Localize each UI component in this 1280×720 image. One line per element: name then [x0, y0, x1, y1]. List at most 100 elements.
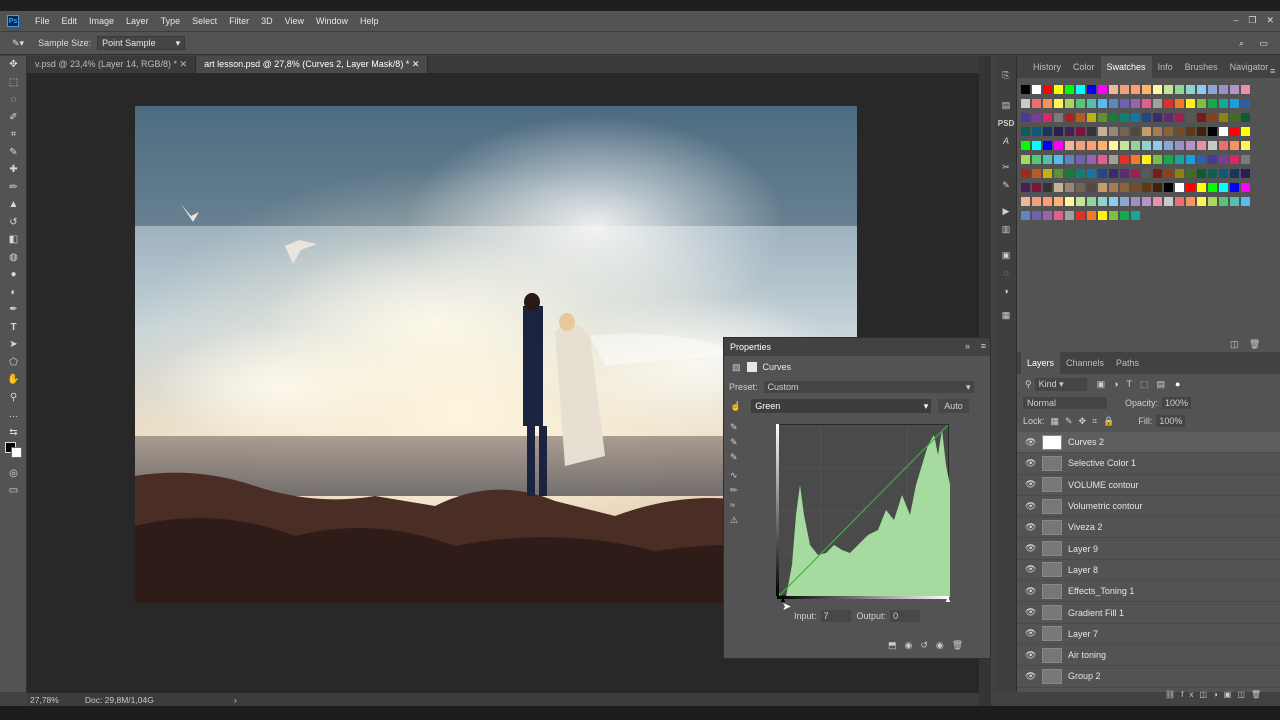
swatch[interactable]: [1076, 169, 1085, 178]
swatch[interactable]: [1065, 197, 1074, 206]
swatch[interactable]: [1230, 183, 1239, 192]
screen-mode-icon[interactable]: ▭: [0, 482, 27, 500]
dodge-tool-icon[interactable]: ◐: [0, 284, 27, 302]
swatch[interactable]: [1208, 113, 1217, 122]
tab-paths[interactable]: Paths: [1110, 358, 1145, 368]
swatch[interactable]: [1109, 127, 1118, 136]
swatch[interactable]: [1120, 141, 1129, 150]
swatch[interactable]: [1208, 141, 1217, 150]
swatch[interactable]: [1142, 169, 1151, 178]
swatch[interactable]: [1087, 169, 1096, 178]
tab-color[interactable]: Color: [1067, 62, 1101, 72]
visibility-eye-icon[interactable]: 👁: [1025, 543, 1038, 554]
swatch[interactable]: [1230, 155, 1239, 164]
menu-view[interactable]: View: [279, 16, 310, 26]
swatch[interactable]: [1065, 113, 1074, 122]
swatch[interactable]: [1208, 169, 1217, 178]
tab-brushes[interactable]: Brushes: [1179, 62, 1224, 72]
swatch[interactable]: [1197, 85, 1206, 94]
swatch[interactable]: [1021, 211, 1030, 220]
swatch[interactable]: [1120, 197, 1129, 206]
swatch[interactable]: [1076, 155, 1085, 164]
menu-help[interactable]: Help: [354, 16, 385, 26]
eyedropper-tool-icon[interactable]: ✎: [0, 144, 27, 162]
swatch[interactable]: [1098, 113, 1107, 122]
healing-tool-icon[interactable]: ✚: [0, 161, 27, 179]
swatch[interactable]: [1087, 127, 1096, 136]
swatch[interactable]: [1175, 183, 1184, 192]
swatch[interactable]: [1197, 141, 1206, 150]
swatch[interactable]: [1131, 85, 1140, 94]
psd-icon[interactable]: PSD: [995, 114, 1017, 132]
swatch[interactable]: [1197, 169, 1206, 178]
menu-select[interactable]: Select: [186, 16, 223, 26]
swatch[interactable]: [1208, 155, 1217, 164]
blend-mode-select[interactable]: Normal: [1023, 397, 1107, 409]
swatch[interactable]: [1021, 113, 1030, 122]
swatch[interactable]: [1131, 183, 1140, 192]
preset-select[interactable]: Custom ▾: [763, 381, 974, 393]
layer-row[interactable]: 👁 Gradient Fill 1: [1017, 602, 1280, 624]
filter-toggle-icon[interactable]: ●: [1175, 379, 1180, 389]
swatch[interactable]: [1186, 85, 1195, 94]
swatch[interactable]: [1120, 99, 1129, 108]
swatch[interactable]: [1208, 99, 1217, 108]
properties-icon[interactable]: ▦: [995, 306, 1017, 324]
swatch[interactable]: [1208, 127, 1217, 136]
visibility-eye-icon[interactable]: 👁: [1025, 650, 1038, 661]
menu-window[interactable]: Window: [310, 16, 354, 26]
swatch[interactable]: [1120, 183, 1129, 192]
hand-tool-icon[interactable]: ✋: [0, 371, 27, 389]
visibility-eye-icon[interactable]: 👁: [1025, 458, 1038, 469]
swatch[interactable]: [1142, 127, 1151, 136]
swatch[interactable]: [1109, 211, 1118, 220]
swatch[interactable]: [1098, 155, 1107, 164]
tab-v-psd[interactable]: v.psd @ 23,4% (Layer 14, RGB/8) * ✕: [27, 56, 197, 73]
swatch[interactable]: [1087, 183, 1096, 192]
swatch[interactable]: [1043, 141, 1052, 150]
swatch[interactable]: [1109, 113, 1118, 122]
filter-icons[interactable]: ▣◑T⬚▤: [1097, 379, 1173, 390]
pencil-draw-icon[interactable]: ✏: [730, 485, 744, 500]
swatch[interactable]: [1175, 99, 1184, 108]
tab-navigator[interactable]: Navigator: [1224, 62, 1275, 72]
more-tools-icon[interactable]: …: [0, 406, 27, 424]
sample-size-select[interactable]: Point Sample ▾: [97, 36, 186, 50]
swatch[interactable]: [1087, 197, 1096, 206]
swatch[interactable]: [1043, 197, 1052, 206]
type-tool-icon[interactable]: T: [0, 319, 27, 337]
paint-bucket-icon[interactable]: ◍: [0, 249, 27, 267]
quick-select-tool-icon[interactable]: ✐: [0, 109, 27, 127]
close-tab-icon[interactable]: ✕: [412, 59, 420, 69]
delete-swatch-icon[interactable]: 🗑: [1249, 339, 1260, 350]
zoom-tool-icon[interactable]: ⚲: [0, 389, 27, 407]
swatch[interactable]: [1153, 127, 1162, 136]
fill-field[interactable]: 100%: [1156, 415, 1186, 427]
swatch[interactable]: [1197, 155, 1206, 164]
swatch[interactable]: [1164, 155, 1173, 164]
white-point-eyedropper-icon[interactable]: ✎: [730, 452, 744, 470]
panel-menu-icon[interactable]: ≡: [1270, 66, 1275, 76]
swatch[interactable]: [1043, 211, 1052, 220]
swatch[interactable]: [1153, 85, 1162, 94]
swatch[interactable]: [1032, 155, 1041, 164]
swatch[interactable]: [1098, 197, 1107, 206]
layer-comps-icon[interactable]: ▣: [995, 246, 1017, 264]
stamp-tool-icon[interactable]: ▲: [0, 196, 27, 214]
swatch[interactable]: [1153, 99, 1162, 108]
swatch[interactable]: [1109, 155, 1118, 164]
swatch[interactable]: [1021, 127, 1030, 136]
swatch[interactable]: [1142, 113, 1151, 122]
visibility-eye-icon[interactable]: 👁: [1025, 628, 1038, 639]
swatch[interactable]: [1230, 141, 1239, 150]
swatch[interactable]: [1230, 113, 1239, 122]
layer-row[interactable]: 👁 Layer 8: [1017, 560, 1280, 582]
menu-3d[interactable]: 3D: [255, 16, 279, 26]
swatch[interactable]: [1120, 211, 1129, 220]
swatch[interactable]: [1241, 155, 1250, 164]
swatch[interactable]: [1043, 169, 1052, 178]
swatch[interactable]: [1076, 183, 1085, 192]
swatch[interactable]: [1021, 141, 1030, 150]
actions-play-icon[interactable]: ▶: [995, 202, 1017, 220]
swatch[interactable]: [1175, 113, 1184, 122]
